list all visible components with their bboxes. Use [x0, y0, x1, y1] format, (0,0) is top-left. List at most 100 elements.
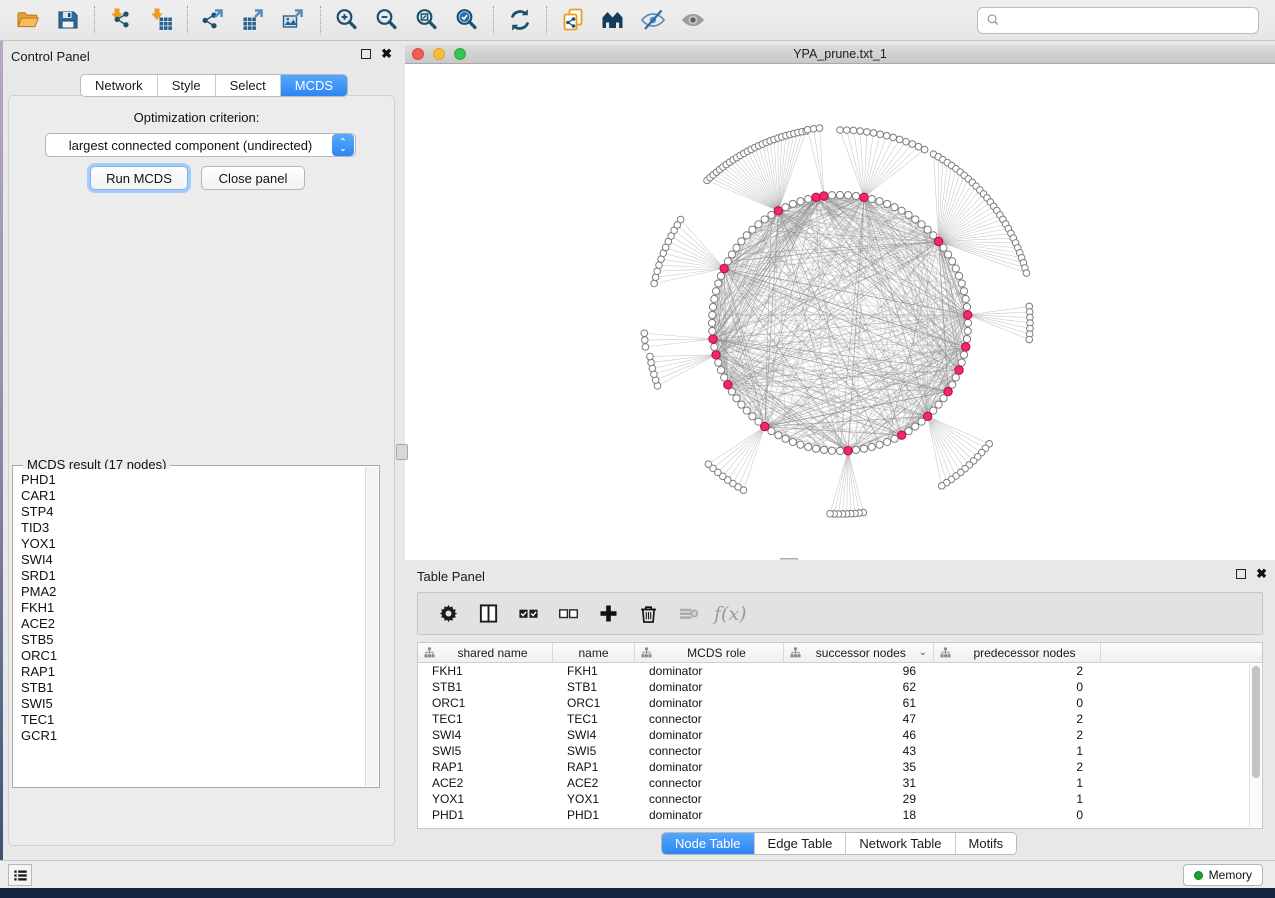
- mcds-result-item[interactable]: STB5: [21, 632, 365, 648]
- graph-node[interactable]: [955, 366, 963, 374]
- graph-node[interactable]: [909, 141, 916, 148]
- mcds-result-item[interactable]: CAR1: [21, 488, 365, 504]
- mcds-result-item[interactable]: FKH1: [21, 600, 365, 616]
- delete-row-button[interactable]: [630, 597, 666, 631]
- table-row[interactable]: YOX1YOX1connector291: [418, 791, 1248, 807]
- memory-button[interactable]: Memory: [1183, 864, 1263, 886]
- graph-node[interactable]: [1023, 270, 1030, 277]
- mcds-result-item[interactable]: YOX1: [21, 536, 365, 552]
- graph-node[interactable]: [960, 288, 967, 295]
- table-row[interactable]: ACE2ACE2connector311: [418, 775, 1248, 791]
- graph-node[interactable]: [733, 244, 740, 251]
- columns-button[interactable]: [470, 597, 506, 631]
- graph-node[interactable]: [797, 198, 804, 205]
- function-builder-button[interactable]: f(x): [714, 603, 747, 625]
- table-row[interactable]: SWI4SWI4dominator462: [418, 727, 1248, 743]
- graph-node[interactable]: [844, 192, 851, 199]
- graph-node[interactable]: [712, 288, 719, 295]
- tab-style[interactable]: Style: [158, 75, 216, 96]
- graph-node[interactable]: [651, 280, 658, 287]
- graph-node[interactable]: [940, 395, 947, 402]
- table-row[interactable]: STB1STB1dominator620: [418, 679, 1248, 695]
- graph-node[interactable]: [711, 295, 718, 302]
- graph-node[interactable]: [648, 359, 655, 366]
- table-row[interactable]: FKH1FKH1dominator962: [418, 663, 1248, 679]
- mcds-result-item[interactable]: STB1: [21, 680, 365, 696]
- mcds-result-item[interactable]: STP4: [21, 504, 365, 520]
- table-row[interactable]: ORC1ORC1dominator610: [418, 695, 1248, 711]
- mcds-result-item[interactable]: TID3: [21, 520, 365, 536]
- mcds-result-item[interactable]: RAP1: [21, 664, 365, 680]
- graph-node[interactable]: [860, 193, 868, 201]
- show-all-button[interactable]: [673, 4, 713, 36]
- graph-node[interactable]: [962, 343, 970, 351]
- graph-node[interactable]: [642, 344, 649, 351]
- mcds-result-list[interactable]: PHD1CAR1STP4TID3YOX1SWI4SRD1PMA2FKH1ACE2…: [14, 469, 365, 786]
- graph-node[interactable]: [708, 319, 715, 326]
- graph-node[interactable]: [955, 272, 962, 279]
- mcds-result-item[interactable]: PHD1: [21, 472, 365, 488]
- graph-node[interactable]: [715, 280, 722, 287]
- graph-node[interactable]: [820, 446, 827, 453]
- graph-node[interactable]: [897, 431, 905, 439]
- graph-node[interactable]: [963, 303, 970, 310]
- mcds-result-item[interactable]: SWI4: [21, 552, 365, 568]
- graph-node[interactable]: [964, 319, 971, 326]
- graph-node[interactable]: [850, 127, 857, 134]
- graph-node[interactable]: [738, 238, 745, 245]
- close-panel-icon[interactable]: ✖: [381, 49, 392, 59]
- tab-network-table[interactable]: Network Table: [846, 833, 955, 854]
- graph-node[interactable]: [949, 258, 956, 265]
- graph-node[interactable]: [938, 483, 945, 490]
- select-all-button[interactable]: [510, 597, 546, 631]
- graph-node[interactable]: [728, 251, 735, 258]
- graph-node[interactable]: [820, 192, 828, 200]
- first-neighbors-button[interactable]: [593, 4, 633, 36]
- graph-node[interactable]: [952, 265, 959, 272]
- graph-node[interactable]: [924, 226, 931, 233]
- graph-node[interactable]: [896, 136, 903, 143]
- graph-node[interactable]: [677, 216, 684, 223]
- graph-node[interactable]: [743, 407, 750, 414]
- column-header-predecessor-nodes[interactable]: predecessor nodes: [934, 643, 1101, 662]
- column-header-successor-nodes[interactable]: successor nodes⌄: [784, 643, 934, 662]
- graph-node[interactable]: [852, 446, 859, 453]
- graph-node[interactable]: [712, 351, 720, 359]
- graph-node[interactable]: [797, 441, 804, 448]
- graph-node[interactable]: [870, 130, 877, 137]
- tab-edge-table[interactable]: Edge Table: [755, 833, 847, 854]
- mcds-result-item[interactable]: PMA2: [21, 584, 365, 600]
- column-header-MCDS-role[interactable]: MCDS role: [635, 643, 784, 662]
- graph-node[interactable]: [857, 128, 864, 135]
- graph-node[interactable]: [921, 146, 928, 153]
- tab-node-table[interactable]: Node Table: [662, 833, 755, 854]
- export-network-button[interactable]: [194, 4, 234, 36]
- graph-node[interactable]: [868, 443, 875, 450]
- mcds-result-item[interactable]: ACE2: [21, 616, 365, 632]
- graph-node[interactable]: [717, 367, 724, 374]
- graph-node[interactable]: [724, 380, 732, 388]
- graph-node[interactable]: [828, 447, 835, 454]
- graph-node[interactable]: [962, 295, 969, 302]
- graph-node[interactable]: [891, 204, 898, 211]
- network-graph-canvas[interactable]: [405, 64, 1275, 560]
- close-panel-button[interactable]: Close panel: [201, 166, 305, 190]
- refresh-view-button[interactable]: [500, 4, 540, 36]
- delete-column-button[interactable]: [670, 597, 706, 631]
- hide-selected-button[interactable]: [633, 4, 673, 36]
- graph-node[interactable]: [774, 207, 782, 215]
- graph-node[interactable]: [884, 200, 891, 207]
- graph-node[interactable]: [935, 401, 942, 408]
- open-session-button[interactable]: [8, 4, 48, 36]
- graph-node[interactable]: [749, 413, 756, 420]
- graph-node[interactable]: [884, 438, 891, 445]
- graph-node[interactable]: [709, 335, 717, 343]
- optimization-criterion-dropdown[interactable]: largest connected component (undirected)…: [45, 133, 356, 157]
- graph-node[interactable]: [755, 221, 762, 228]
- graph-node[interactable]: [952, 374, 959, 381]
- graph-node[interactable]: [905, 211, 912, 218]
- graph-node[interactable]: [912, 423, 919, 430]
- export-image-button[interactable]: [274, 4, 314, 36]
- import-network-button[interactable]: [101, 4, 141, 36]
- network-window-titlebar[interactable]: YPA_prune.txt_1: [405, 45, 1275, 64]
